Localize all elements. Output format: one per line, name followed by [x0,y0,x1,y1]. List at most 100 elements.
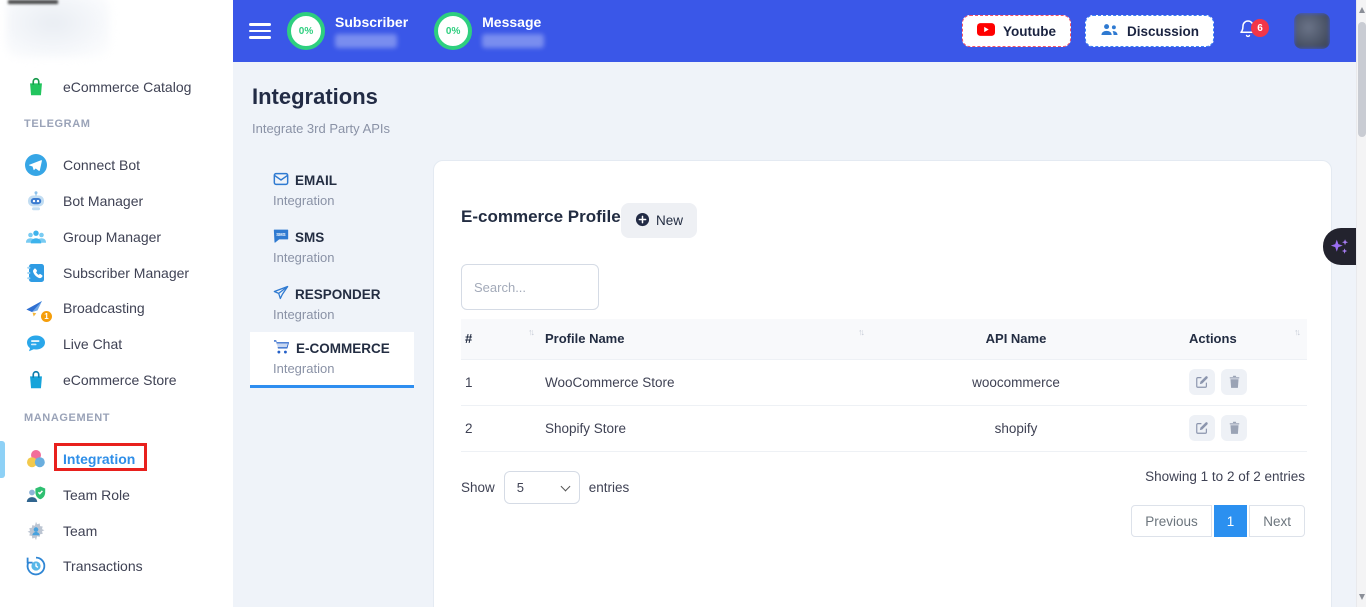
telegram-plane-icon [24,153,48,177]
search-input[interactable] [461,264,599,310]
broadcasting-badge: 1 [40,310,53,323]
sidebar-item-subscriber-manager[interactable]: Subscriber Manager [0,258,233,288]
sidebar-item-live-chat[interactable]: Live Chat [0,329,233,359]
sidebar-item-label: Bot Manager [63,193,143,209]
svg-text:SMS: SMS [276,232,285,237]
chat-bubble-icon [24,332,48,356]
user-avatar[interactable] [1294,13,1330,49]
send-plane-icon [273,285,289,303]
youtube-icon [977,23,995,39]
message-stat-value-redacted [482,34,544,48]
column-header-api-name[interactable]: API Name [871,319,1161,359]
notifications-button[interactable]: 6 [1238,17,1258,45]
plus-circle-icon [635,212,650,230]
row-num: 2 [461,405,541,451]
new-profile-button[interactable]: New [621,203,697,238]
discussion-button[interactable]: Discussion [1085,15,1214,47]
new-button-label: New [656,213,683,228]
history-clock-icon [24,554,48,578]
delete-button[interactable] [1221,415,1247,441]
pagination-next-button[interactable]: Next [1249,505,1305,537]
sidebar-item-ecommerce-catalog[interactable]: eCommerce Catalog [0,72,233,102]
message-progress-ring: 0% [434,12,472,50]
color-circles-icon [24,447,48,471]
delete-button[interactable] [1221,369,1247,395]
sidebar-item-label: Connect Bot [63,157,140,173]
edit-button[interactable] [1189,415,1215,441]
subnav-title: RESPONDER [295,287,381,302]
edit-button[interactable] [1189,369,1215,395]
subnav-email-integration[interactable]: EMAIL Integration [250,165,414,217]
table-row: 2 Shopify Store shopify [461,405,1307,451]
youtube-button-label: Youtube [1003,24,1056,39]
subnav-subtitle: Integration [273,250,414,265]
table-row: 1 WooCommerce Store woocommerce [461,359,1307,405]
message-stat-label: Message [482,14,544,30]
sidebar-section-management: MANAGEMENT [24,412,110,424]
pagination-previous-button[interactable]: Previous [1131,505,1212,537]
sidebar-section-telegram: TELEGRAM [24,118,91,130]
sidebar-item-broadcasting[interactable]: 1 Broadcasting [0,293,233,323]
sidebar-item-integration[interactable]: Integration [0,444,233,474]
row-profile-name: Shopify Store [541,405,871,451]
trash-icon [1228,375,1241,389]
scroll-up-arrow-icon[interactable] [1359,7,1365,13]
subnav-sms-integration[interactable]: SMS SMS Integration [250,221,414,274]
shopping-cart-icon [273,339,290,357]
column-header-actions[interactable]: Actions↑↓ [1161,319,1307,359]
hamburger-menu-icon[interactable] [249,23,271,39]
sidebar-item-group-manager[interactable]: Group Manager [0,222,233,252]
profiles-table: #↑↓ Profile Name↑↓ API Name Actions↑↓ 1 … [461,319,1307,452]
discussion-button-label: Discussion [1127,24,1199,39]
page-size-select[interactable]: 5 [504,471,580,504]
page-title: Integrations [252,84,378,110]
subscriber-stat-value-redacted [335,34,397,48]
youtube-button[interactable]: Youtube [962,15,1071,47]
column-header-num[interactable]: #↑↓ [461,319,541,359]
main-content: Integrations Integrate 3rd Party APIs EM… [233,62,1356,607]
sort-icon: ↑↓ [528,327,533,337]
subnav-title: EMAIL [295,173,337,188]
subscriber-progress-ring: 0% [287,12,325,50]
scrollbar[interactable] [1356,0,1366,607]
sidebar-item-label: Transactions [63,558,143,574]
notification-count-badge: 6 [1251,19,1269,37]
subnav-subtitle: Integration [273,193,414,208]
subnav-title: E-COMMERCE [296,341,390,356]
subnav-subtitle: Integration [273,307,414,322]
sidebar-item-team[interactable]: Team [0,516,233,546]
sidebar-item-label: Integration [63,451,135,467]
subnav-responder-integration[interactable]: RESPONDER Integration [250,278,414,331]
megaphone-icon: 1 [24,296,48,320]
row-num: 1 [461,359,541,405]
gear-user-icon [24,519,48,543]
entries-label: entries [589,480,630,495]
scroll-down-arrow-icon[interactable] [1359,594,1365,600]
sidebar-item-transactions[interactable]: Transactions [0,551,233,581]
sidebar-item-label: Team [63,523,97,539]
sort-icon: ↑↓ [1294,327,1299,337]
ai-assistant-button[interactable] [1323,228,1356,265]
sparkles-icon [1329,236,1351,258]
sidebar-item-label: Group Manager [63,229,161,245]
edit-pencil-icon [1195,375,1209,389]
column-header-profile-name[interactable]: Profile Name↑↓ [541,319,871,359]
app-logo-blur-artifact [8,0,58,4]
active-item-indicator [0,441,5,478]
app-logo [6,0,110,58]
sidebar-item-bot-manager[interactable]: Bot Manager [0,186,233,216]
trash-icon [1228,421,1241,435]
row-api-name: shopify [871,405,1161,451]
scrollbar-thumb[interactable] [1358,22,1366,137]
row-profile-name: WooCommerce Store [541,359,871,405]
subscriber-stat: 0% Subscriber [287,12,408,50]
sidebar: eCommerce Catalog TELEGRAM Connect Bot B… [0,0,233,607]
pagination-page-1-button[interactable]: 1 [1214,505,1248,537]
subnav-ecommerce-integration[interactable]: E-COMMERCE Integration [250,332,414,388]
sidebar-item-ecommerce-store[interactable]: eCommerce Store [0,365,233,395]
sidebar-item-label: Broadcasting [63,300,145,316]
sidebar-item-connect-bot[interactable]: Connect Bot [0,150,233,180]
shopping-bag-green-icon [24,75,48,99]
sidebar-item-team-role[interactable]: Team Role [0,480,233,510]
shopping-bag-blue-icon [24,368,48,392]
